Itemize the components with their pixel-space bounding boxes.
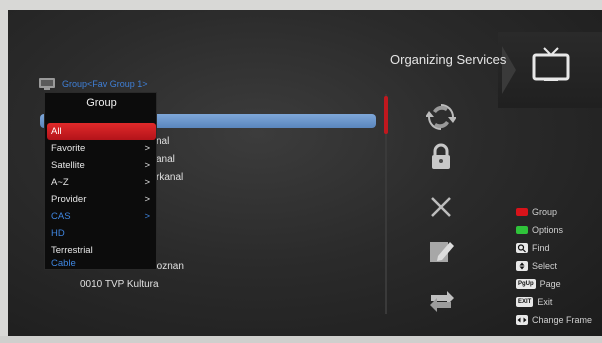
updown-key-icon — [516, 261, 528, 271]
screen-bezel-top — [0, 0, 602, 10]
find-key-icon — [516, 243, 528, 253]
green-key-icon — [516, 226, 528, 234]
menu-item-a-z[interactable]: A~Z > — [47, 174, 156, 191]
menu-item-favorite[interactable]: Favorite > — [47, 140, 156, 157]
chevron-right-icon: > — [144, 143, 150, 154]
screen-bezel-bottom — [0, 336, 602, 343]
menu-item-all[interactable]: All — [47, 123, 156, 140]
lock-icon[interactable] — [426, 142, 456, 172]
menu-item-label: Terrestrial — [51, 245, 93, 256]
menu-item-hd[interactable]: HD — [47, 225, 156, 242]
chevron-right-icon: > — [144, 177, 150, 188]
menu-item-label: Favorite — [51, 143, 86, 154]
legend-group: Group — [516, 206, 557, 218]
channel-row[interactable]: rkanal — [156, 172, 183, 183]
scrollbar-thumb[interactable] — [384, 96, 388, 134]
red-key-icon — [516, 208, 528, 216]
legend-options: Options — [516, 224, 563, 236]
legend-select: Select — [516, 260, 557, 272]
rename-icon[interactable] — [426, 236, 456, 266]
chevron-right-icon: > — [144, 160, 150, 171]
menu-item-label: Cable — [51, 258, 76, 269]
menu-item-label: Provider — [51, 194, 87, 205]
page-title: Organizing Services — [390, 52, 507, 67]
popup-title: Group — [86, 97, 117, 109]
chevron-right-icon: > — [144, 194, 150, 205]
channel-row[interactable]: nal — [156, 136, 169, 147]
legend-label: Page — [539, 279, 561, 289]
channel-row[interactable]: 0010 TVP Kultura — [80, 279, 159, 290]
legend-label: Find — [532, 243, 550, 253]
legend-label: Exit — [537, 297, 553, 307]
channel-list-icon — [39, 78, 55, 90]
move-icon[interactable] — [426, 102, 456, 132]
group-caption: Group<Fav Group 1> — [38, 77, 148, 91]
legend-exit: EXIT Exit — [516, 296, 552, 308]
menu-item-label: A~Z — [51, 177, 69, 188]
group-caption-text: Group<Fav Group 1> — [62, 79, 148, 89]
menu-item-label: HD — [51, 228, 65, 239]
menu-item-provider[interactable]: Provider > — [47, 191, 156, 208]
skip-icon[interactable] — [426, 286, 456, 316]
legend-find: Find — [516, 242, 550, 254]
tv-screen: Organizing Services Group<Fav Group 1> n… — [8, 10, 602, 336]
channel-row[interactable]: anal — [156, 154, 175, 165]
menu-item-cas[interactable]: CAS > — [47, 208, 156, 225]
menu-item-label: All — [51, 126, 62, 137]
leftright-key-icon — [516, 315, 528, 325]
chevron-right-icon: > — [144, 211, 150, 222]
menu-item-label: CAS — [51, 211, 71, 222]
group-popup-menu: Group All Favorite > Satellite > A~Z > P… — [44, 92, 157, 270]
legend-label: Change Frame — [532, 315, 593, 325]
menu-item-satellite[interactable]: Satellite > — [47, 157, 156, 174]
legend-label: Options — [532, 225, 564, 235]
legend-change-frame: Change Frame — [516, 314, 592, 326]
legend-page: PgUp Page — [516, 278, 561, 290]
exit-key-icon: EXIT — [516, 297, 534, 307]
legend-label: Select — [532, 261, 558, 271]
menu-item-cable[interactable]: Cable — [47, 257, 156, 270]
legend-label: Group — [532, 207, 558, 217]
delete-icon[interactable] — [426, 192, 456, 222]
page-key-icon: PgUp — [516, 279, 536, 289]
menu-item-label: Satellite — [51, 160, 85, 171]
tv-icon — [532, 47, 570, 81]
